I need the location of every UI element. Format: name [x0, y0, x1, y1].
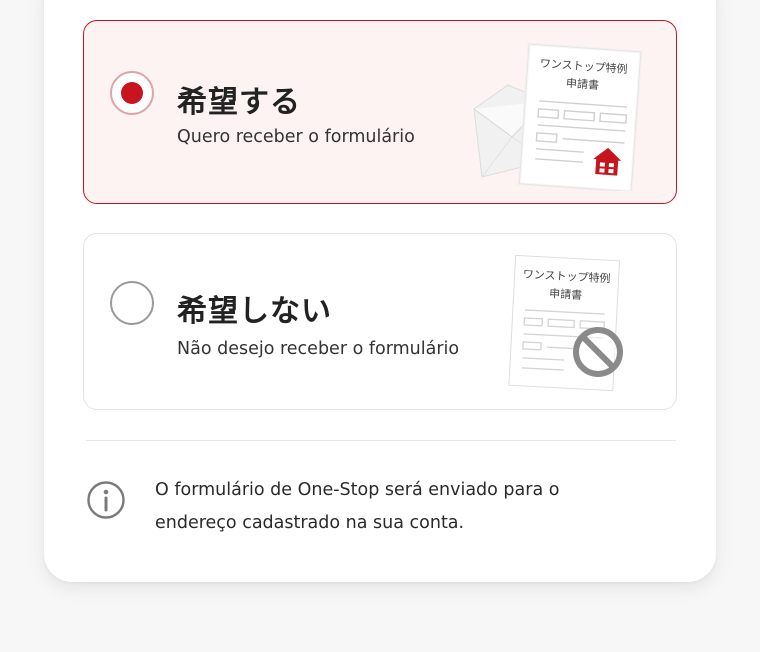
radio-dot — [121, 82, 143, 104]
document-prohibited-illustration: ワンストップ特例 申請書 — [508, 254, 623, 392]
option-want-form[interactable]: 希望する Quero receber o formulário ワンストップ特例… — [83, 20, 677, 204]
option-title: 希望する — [177, 85, 301, 120]
info-icon — [87, 481, 125, 519]
doc-title-line2: 申請書 — [549, 286, 583, 302]
option-subtitle: Quero receber o formulário — [177, 127, 415, 147]
envelope-document-illustration: ワンストップ特例 申請書 — [473, 42, 643, 191]
radio-selected[interactable] — [110, 71, 154, 115]
option-title: 希望しない — [177, 294, 332, 329]
radio-unselected[interactable] — [110, 281, 154, 325]
doc-title-line2: 申請書 — [566, 76, 600, 92]
divider — [86, 440, 676, 441]
prohibited-icon — [573, 327, 623, 377]
option-no-form[interactable]: 希望しない Não desejo receber o formulário ワン… — [83, 233, 677, 410]
option-subtitle: Não desejo receber o formulário — [177, 339, 460, 359]
document-icon: ワンストップ特例 申請書 — [517, 42, 643, 191]
info-message: O formulário de One-Stop será enviado pa… — [155, 480, 560, 533]
